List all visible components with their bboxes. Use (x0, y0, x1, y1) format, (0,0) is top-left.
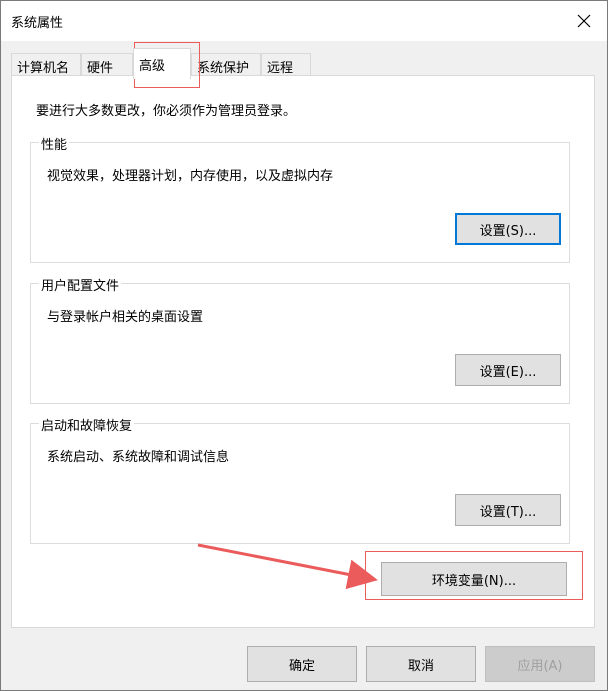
tab-label: 高级 (139, 59, 166, 74)
tab-advanced[interactable]: 高级 (133, 48, 191, 79)
annotation-arrow-icon (197, 543, 378, 590)
